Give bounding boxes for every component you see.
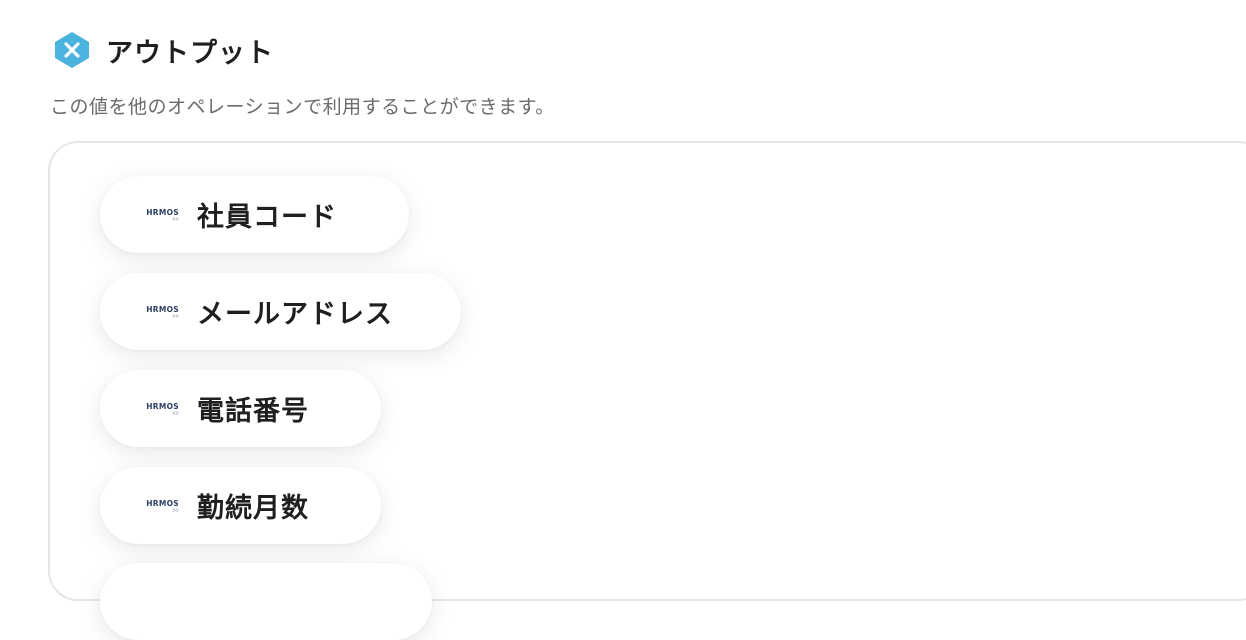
output-item-tenure-months[interactable]: HRMOS 勤怠 勤続月数: [100, 467, 381, 544]
output-item-label: メールアドレス: [197, 299, 393, 330]
hrmos-logo-icon: HRMOS 勤怠: [146, 304, 179, 318]
output-item-email[interactable]: HRMOS 勤怠 メールアドレス: [100, 273, 461, 350]
section-description: この値を他のオペレーションで利用することができます。: [50, 96, 555, 118]
yoom-x-icon: [55, 32, 89, 68]
output-item-employee-code[interactable]: HRMOS 勤怠 社員コード: [100, 176, 409, 253]
hrmos-logo-icon: HRMOS 勤怠: [146, 207, 179, 221]
output-item-partial[interactable]: [100, 563, 432, 640]
section-title: アウトプット: [106, 37, 274, 69]
hrmos-logo-icon: HRMOS 勤怠: [146, 401, 179, 415]
hrmos-logo-icon: HRMOS 勤怠: [146, 498, 179, 512]
output-item-phone[interactable]: HRMOS 勤怠 電話番号: [100, 370, 381, 447]
output-item-label: 社員コード: [197, 202, 337, 233]
output-item-label: 電話番号: [197, 396, 309, 427]
section-header: アウトプット: [52, 30, 274, 70]
output-item-label: 勤続月数: [197, 493, 309, 524]
